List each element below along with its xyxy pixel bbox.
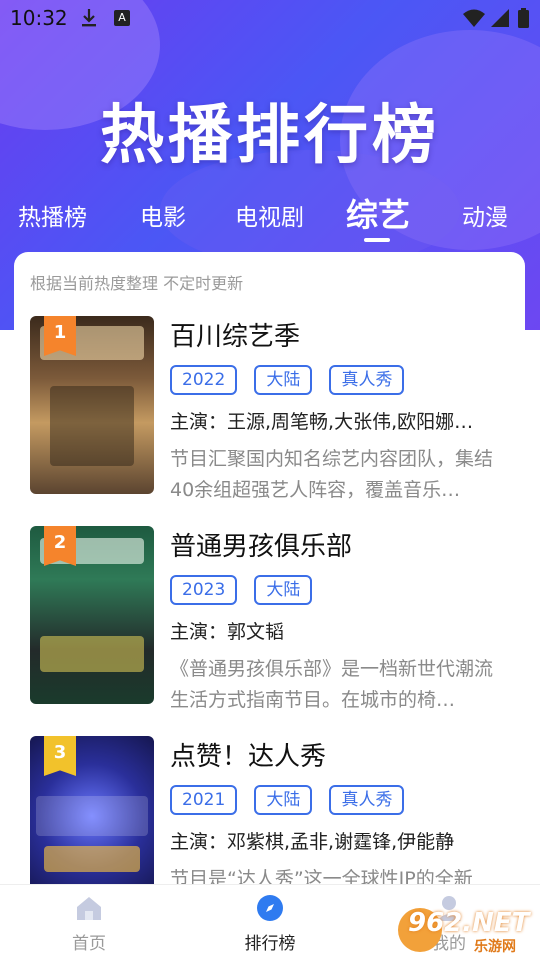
tag-year[interactable]: 2022 <box>170 365 238 395</box>
item-info: 普通男孩俱乐部 2023 大陆 主演：郭文韬 《普通男孩俱乐部》是一档新世代潮流… <box>170 526 510 716</box>
show-title[interactable]: 点赞！达人秀 <box>170 736 510 773</box>
tab-variety[interactable]: 综艺 <box>346 190 410 236</box>
page-title: 热播排行榜 <box>100 99 440 173</box>
tag-row: 2021 大陆 真人秀 <box>170 785 510 815</box>
poster-art <box>50 386 134 466</box>
ranking-list-card: 根据当前热度整理 不定时更新 1 百川综艺季 2022 大陆 真人秀 主演：王源… <box>14 252 525 952</box>
tab-hot[interactable]: 热播榜 <box>18 198 87 232</box>
rank-badge: 1 <box>44 316 76 356</box>
tag-genre[interactable]: 真人秀 <box>329 785 405 815</box>
nav-label: 首页 <box>72 934 106 954</box>
tag-year[interactable]: 2023 <box>170 575 238 605</box>
rank-badge: 3 <box>44 736 76 776</box>
home-icon <box>77 897 101 920</box>
update-hint: 根据当前热度整理 不定时更新 <box>30 274 244 293</box>
rank-badge: 2 <box>44 526 76 566</box>
watermark-text: 962.NET <box>408 908 530 938</box>
show-title[interactable]: 百川综艺季 <box>170 316 510 353</box>
tag-row: 2022 大陆 真人秀 <box>170 365 510 395</box>
poster-art <box>36 796 148 836</box>
wifi-icon <box>463 9 485 27</box>
tab-movie[interactable]: 电影 <box>140 198 186 232</box>
tag-row: 2023 大陆 <box>170 575 510 605</box>
status-bar: 10:32 A <box>0 0 540 36</box>
show-title[interactable]: 普通男孩俱乐部 <box>170 526 510 563</box>
list-item[interactable]: 1 百川综艺季 2022 大陆 真人秀 主演：王源,周笔畅,大张伟,欧阳娜… 节… <box>30 316 510 501</box>
item-info: 百川综艺季 2022 大陆 真人秀 主演：王源,周笔畅,大张伟,欧阳娜… 节目汇… <box>170 316 510 506</box>
nav-label: 排行榜 <box>244 934 296 954</box>
tag-region[interactable]: 大陆 <box>254 365 313 395</box>
watermark-subtext: 乐游网 <box>474 939 516 955</box>
nav-ranking[interactable]: 排行榜 <box>225 893 315 954</box>
tag-region[interactable]: 大陆 <box>254 785 313 815</box>
download-icon <box>82 9 96 27</box>
tab-anime[interactable]: 动漫 <box>462 198 508 232</box>
tag-year[interactable]: 2021 <box>170 785 238 815</box>
tag-genre[interactable]: 真人秀 <box>329 365 405 395</box>
keyboard-a-icon: A <box>114 10 130 26</box>
watermark-logo: 962.NET 乐游网 <box>398 900 536 956</box>
description-text: 节目汇聚国内知名综艺内容团队，集结40余组超强艺人阵容，覆盖音乐… <box>170 448 494 501</box>
cast-text: 主演：郭文韬 <box>170 621 285 643</box>
poster-image[interactable]: 1 <box>30 316 154 494</box>
nav-home[interactable]: 首页 <box>44 893 134 954</box>
cast-text: 主演：王源,周笔畅,大张伟,欧阳娜… <box>170 411 474 433</box>
cast-text: 主演：邓紫棋,孟非,谢霆锋,伊能静 <box>170 831 455 853</box>
compass-icon <box>257 895 283 921</box>
battery-icon <box>518 8 529 28</box>
active-tab-indicator <box>364 238 390 242</box>
tab-tv[interactable]: 电视剧 <box>235 198 304 232</box>
poster-image[interactable]: 2 <box>30 526 154 704</box>
poster-art <box>44 846 140 872</box>
poster-art <box>40 636 144 672</box>
description-text: 《普通男孩俱乐部》是一档新世代潮流生活方式指南节目。在城市的椅… <box>170 658 494 711</box>
signal-icon <box>491 9 509 27</box>
category-tabs: 热播榜 电影 电视剧 综艺 动漫 <box>0 190 540 250</box>
list-item[interactable]: 2 普通男孩俱乐部 2023 大陆 主演：郭文韬 《普通男孩俱乐部》是一档新世代… <box>30 526 510 711</box>
status-time: 10:32 <box>10 6 68 30</box>
tag-region[interactable]: 大陆 <box>254 575 313 605</box>
